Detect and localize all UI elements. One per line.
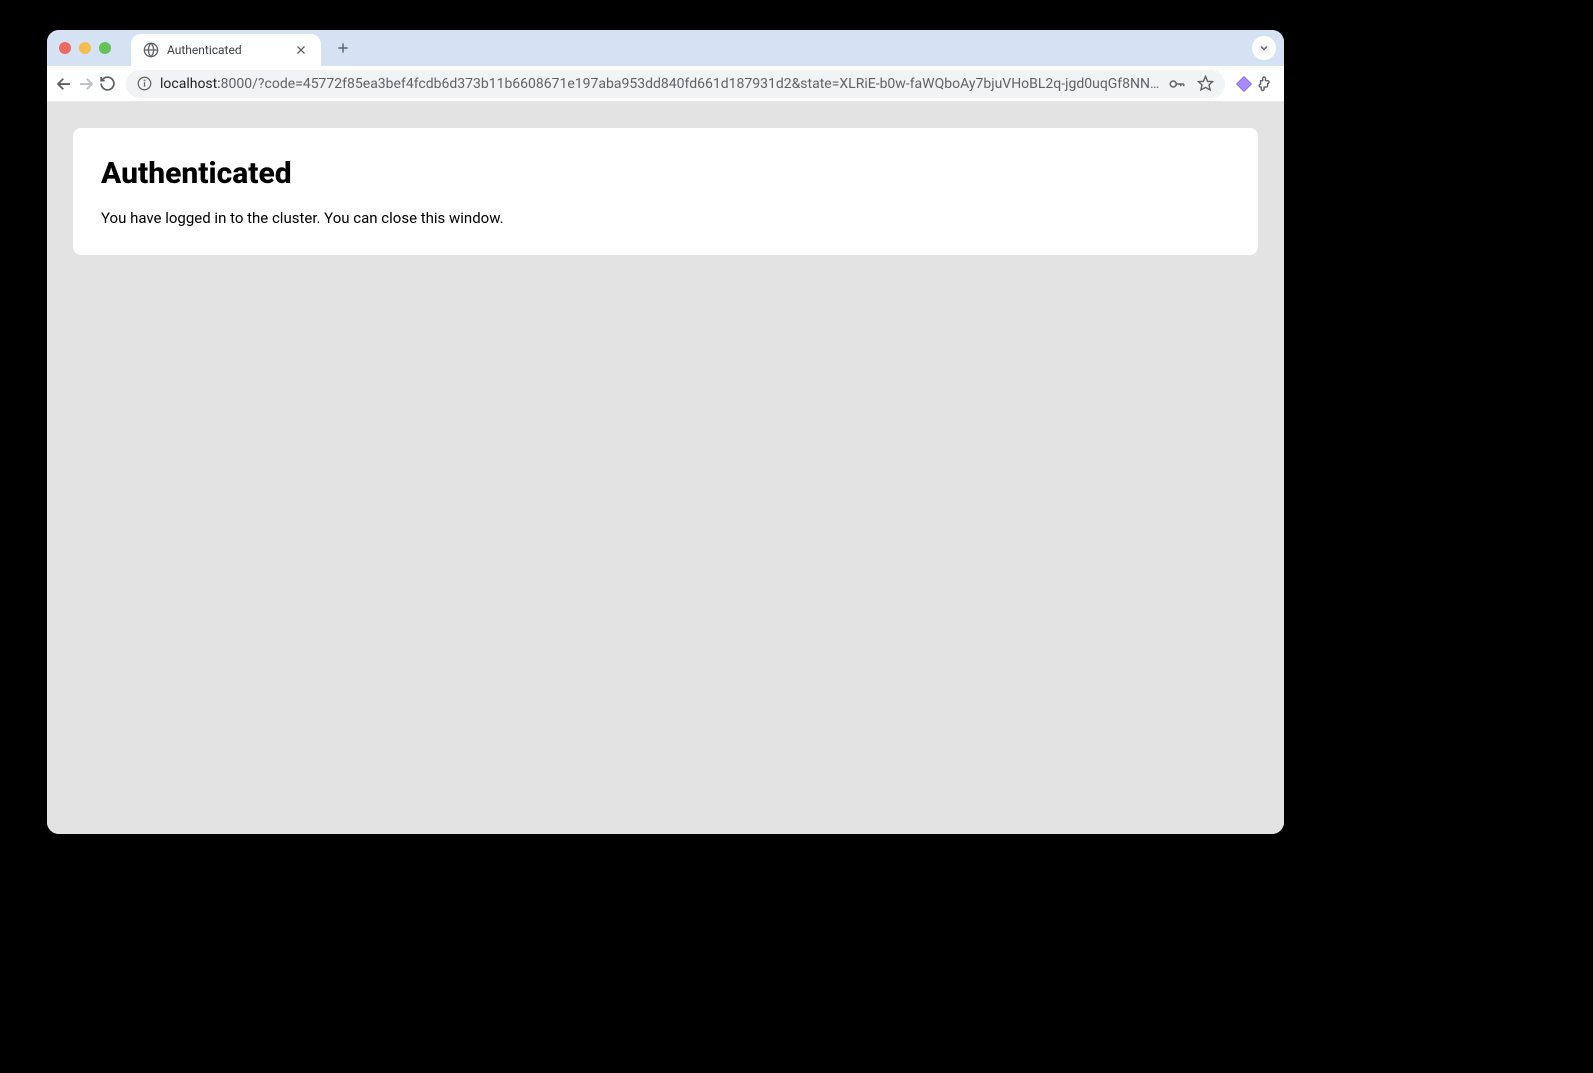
content-card: Authenticated You have logged in to the … [73,128,1258,255]
extensions-puzzle-icon[interactable] [1257,70,1274,98]
browser-window: Authenticated [47,30,1284,834]
new-tab-button[interactable] [329,34,357,62]
browser-tab[interactable]: Authenticated [131,34,321,66]
tab-title: Authenticated [167,43,285,57]
info-icon[interactable] [136,76,152,92]
address-bar[interactable]: localhost:8000/?code=45772f85ea3bef4fcdb… [126,70,1225,98]
url-path: 8000/?code=45772f85ea3bef4fcdb6d373b11b6… [221,76,1160,92]
page-heading: Authenticated [101,156,1230,191]
close-tab-button[interactable] [293,42,309,58]
close-window-button[interactable] [59,42,71,54]
reload-button[interactable] [99,70,116,98]
forward-button[interactable] [77,70,95,98]
extension-gem-icon[interactable] [1235,70,1253,98]
tabs-dropdown-button[interactable] [1252,36,1276,60]
tab-bar: Authenticated [47,30,1284,66]
browser-toolbar: localhost:8000/?code=45772f85ea3bef4fcdb… [47,66,1284,102]
url-host: localhost: [160,76,221,92]
bookmark-star-icon[interactable] [1195,70,1215,98]
window-controls [59,42,111,54]
back-button[interactable] [55,70,73,98]
password-key-icon[interactable] [1167,70,1187,98]
page-body-text: You have logged in to the cluster. You c… [101,209,1230,227]
globe-icon [143,42,159,58]
url-text: localhost:8000/?code=45772f85ea3bef4fcdb… [160,76,1159,92]
page-content-area: Authenticated You have logged in to the … [47,102,1284,834]
maximize-window-button[interactable] [99,42,111,54]
minimize-window-button[interactable] [79,42,91,54]
